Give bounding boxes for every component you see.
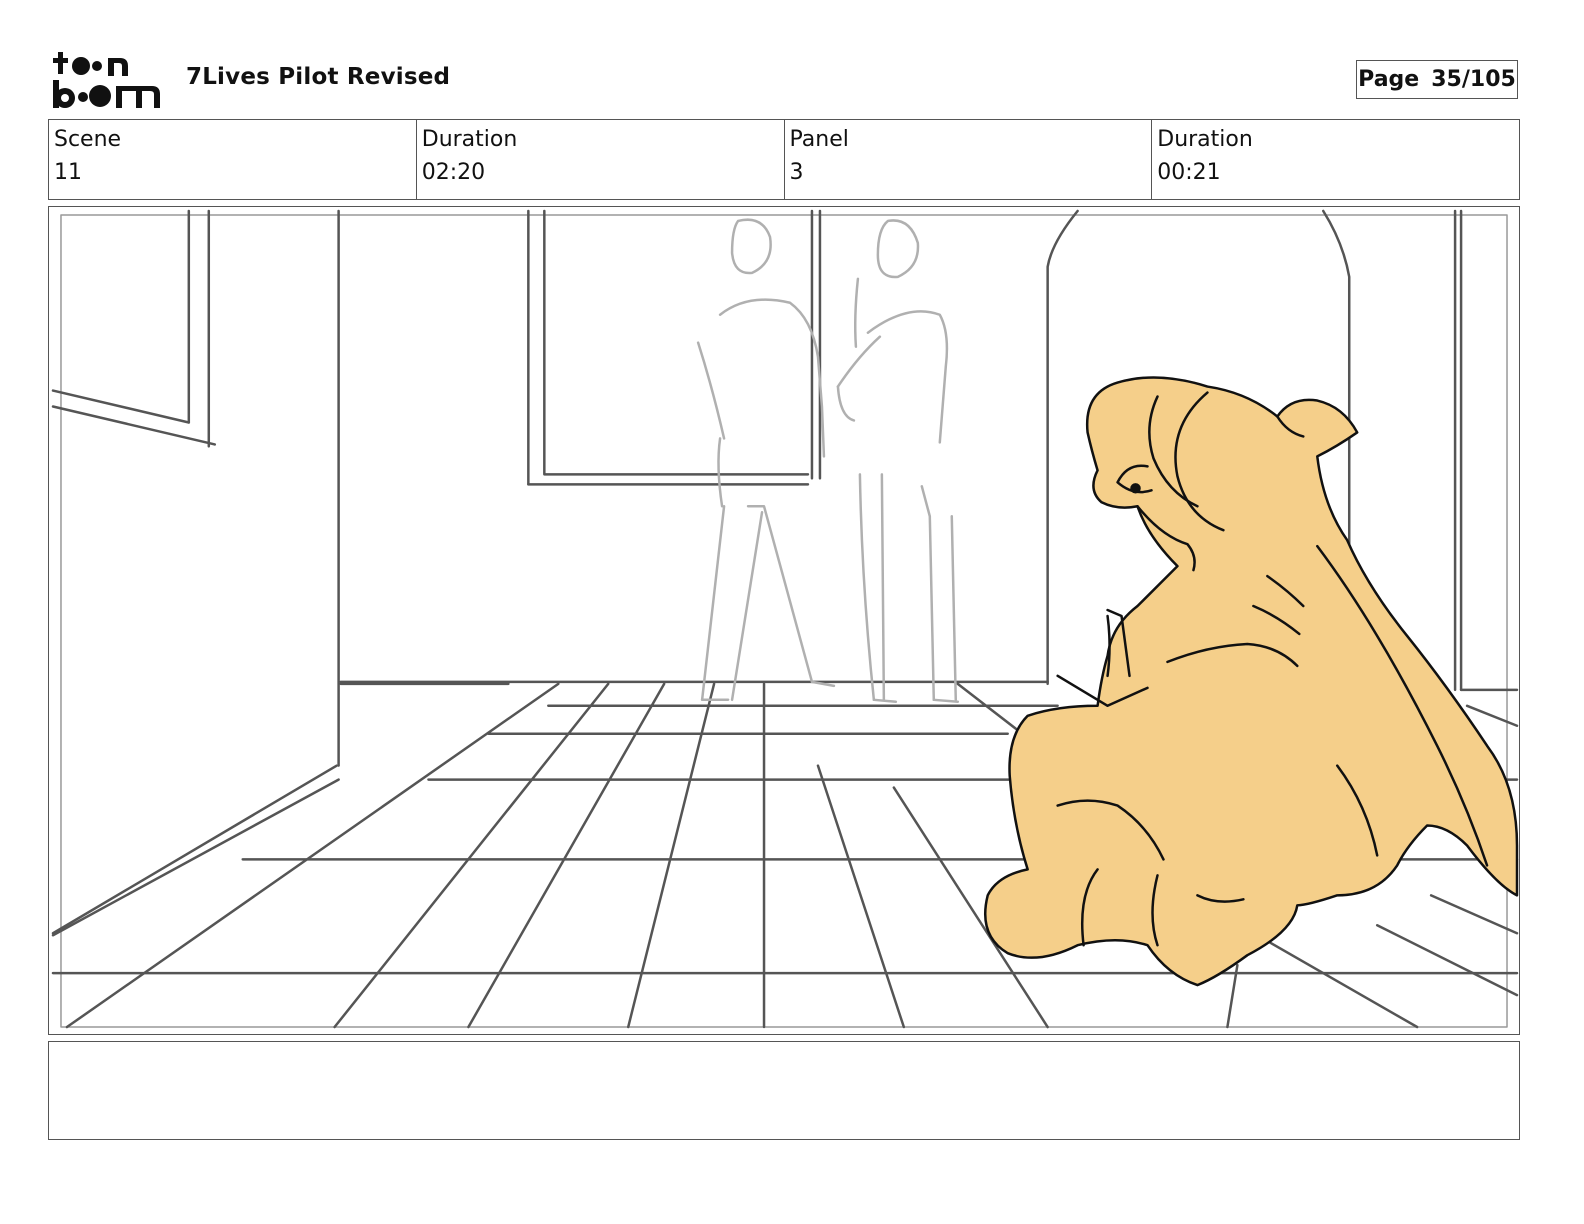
panel-duration-label: Duration <box>1157 127 1253 152</box>
panel-duration-cell: Duration 00:21 <box>1151 120 1519 199</box>
page-label: Page <box>1358 67 1420 92</box>
toon-boom-logo <box>53 52 160 108</box>
panel-label: Panel <box>789 127 849 152</box>
scene-duration-cell: Duration 02:20 <box>415 120 784 199</box>
storyboard-panel <box>48 206 1520 1035</box>
scene-info-table: Scene 11 Duration 02:20 Panel 3 Duration… <box>48 119 1520 200</box>
main-character <box>984 376 1519 987</box>
panel-sketch <box>51 209 1519 1029</box>
panel-duration-value: 00:21 <box>1157 160 1221 185</box>
panel-value: 3 <box>789 160 804 185</box>
scene-label: Scene <box>54 127 122 152</box>
scene-cell: Scene 11 <box>49 120 416 199</box>
scene-value: 11 <box>54 160 82 185</box>
page-indicator: Page 35/105 <box>1356 60 1518 99</box>
page-number: 35/105 <box>1431 67 1516 92</box>
document-title: 7Lives Pilot Revised <box>186 64 451 90</box>
panel-cell: Panel 3 <box>783 120 1152 199</box>
scene-duration-value: 02:20 <box>421 160 486 185</box>
scene-duration-label: Duration <box>421 127 518 152</box>
panel-notes-box[interactable] <box>48 1041 1520 1140</box>
